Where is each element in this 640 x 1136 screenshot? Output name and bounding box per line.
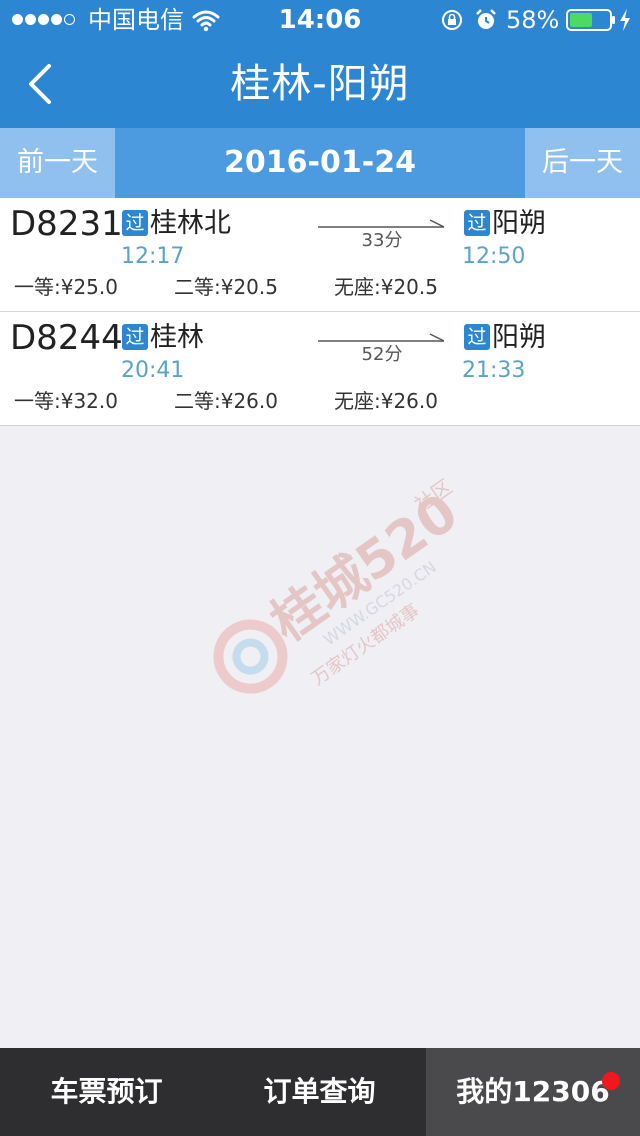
wifi-icon (192, 10, 220, 32)
screen: 中国电信 14:06 58% 桂林-阳朔 前一天 2016-01-24 后一天 … (0, 0, 640, 1136)
pass-through-badge: 过 (464, 210, 490, 236)
next-day-button[interactable]: 后一天 (525, 128, 640, 198)
current-date[interactable]: 2016-01-24 (115, 128, 525, 198)
battery-icon (566, 9, 615, 31)
signal-dot (25, 14, 36, 25)
battery-percent: 58% (506, 6, 560, 34)
pass-through-badge: 过 (122, 324, 148, 350)
carrier-name: 中国电信 (88, 6, 184, 34)
header: 中国电信 14:06 58% 桂林-阳朔 (0, 0, 640, 128)
arrival-time: 12:50 (462, 244, 526, 269)
watermark-slogan: 万家灯火都城事 (308, 600, 423, 689)
signal-dot (12, 14, 23, 25)
watermark-side-text: 社区 (410, 474, 457, 517)
pass-through-badge: 过 (464, 324, 490, 350)
train-number: D8231 (10, 204, 123, 244)
tab-label: 订单查询 (263, 1075, 376, 1108)
alarm-icon (476, 9, 496, 29)
departure-station: 桂林 (150, 322, 204, 353)
signal-strength-icon (12, 14, 75, 25)
watermark-url: WWW.GC520.CN (320, 557, 440, 649)
train-row[interactable]: D8231 过 桂林北 12:17 33分 过 阳朔 12:50 一等:¥25.… (0, 198, 640, 312)
train-list: D8231 过 桂林北 12:17 33分 过 阳朔 12:50 一等:¥25.… (0, 198, 640, 426)
tab-my-12306[interactable]: 我的12306 (426, 1048, 640, 1136)
seat-standing: 无座:¥20.5 (334, 275, 438, 299)
signal-dot (64, 14, 75, 25)
signal-dot (51, 14, 62, 25)
watermark-big-text: 桂城520 (260, 483, 469, 654)
status-time: 14:06 (278, 5, 362, 35)
arrival-station: 阳朔 (492, 208, 546, 239)
prev-day-button[interactable]: 前一天 (0, 128, 115, 198)
status-bar: 中国电信 14:06 58% (0, 0, 640, 40)
tab-ticket-booking[interactable]: 车票预订 (0, 1048, 213, 1136)
departure-time: 20:41 (121, 358, 185, 383)
date-bar: 前一天 2016-01-24 后一天 (0, 128, 640, 198)
back-button[interactable] (10, 54, 70, 114)
tab-order-query[interactable]: 订单查询 (213, 1048, 426, 1136)
departure-time: 12:17 (121, 244, 185, 269)
train-row[interactable]: D8244 过 桂林 20:41 52分 过 阳朔 21:33 一等:¥32.0… (0, 312, 640, 425)
charging-icon (620, 9, 630, 31)
arrival-time: 21:33 (462, 358, 526, 383)
rotation-lock-icon (442, 10, 462, 30)
arrow-right-icon (318, 333, 445, 342)
nav-bar: 桂林-阳朔 (0, 40, 640, 128)
seat-first-class: 一等:¥32.0 (14, 389, 118, 413)
notification-dot (602, 1072, 620, 1090)
arrival-station: 阳朔 (492, 322, 546, 353)
arrow-right-icon (318, 219, 445, 228)
departure-station: 桂林北 (150, 208, 231, 239)
chevron-left-icon (29, 64, 51, 104)
travel-duration: 33分 (361, 230, 403, 251)
pass-through-badge: 过 (122, 210, 148, 236)
tab-label: 我的12306 (456, 1075, 610, 1108)
travel-duration: 52分 (361, 344, 403, 365)
train-number: D8244 (10, 318, 123, 358)
seat-standing: 无座:¥26.0 (334, 389, 438, 413)
watermark-logo: 桂城520 社区 WWW.GC520.CN 万家灯火都城事 (213, 474, 469, 694)
tab-bar: 车票预订 订单查询 我的12306 (0, 1048, 640, 1136)
signal-dot (38, 14, 49, 25)
tab-label: 车票预订 (50, 1075, 163, 1108)
seat-second-class: 二等:¥20.5 (174, 275, 278, 299)
seat-second-class: 二等:¥26.0 (174, 389, 278, 413)
seat-first-class: 一等:¥25.0 (14, 275, 118, 299)
page-title: 桂林-阳朔 (230, 61, 410, 107)
